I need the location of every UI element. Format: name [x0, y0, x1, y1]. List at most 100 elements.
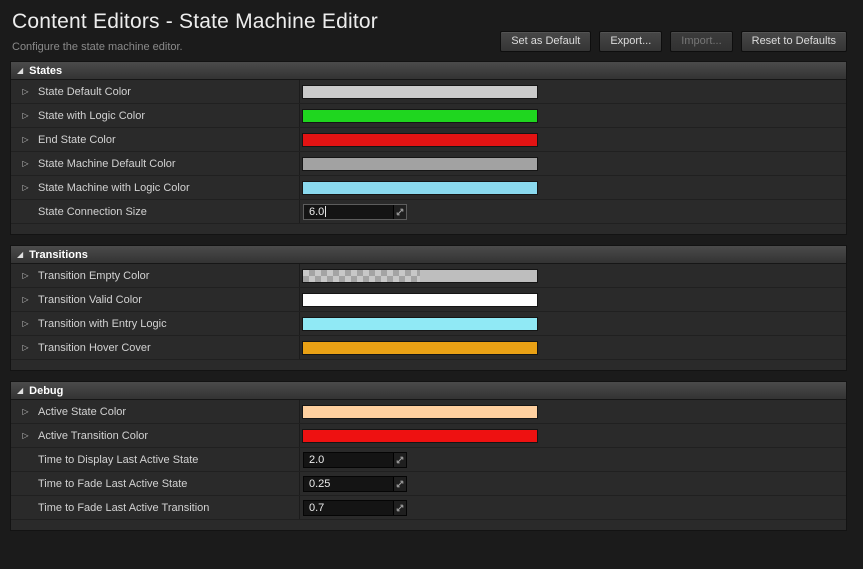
color-swatch-alpha-half [303, 341, 420, 354]
color-swatch[interactable] [303, 133, 537, 146]
property-label: End State Color [38, 133, 116, 146]
property-label-cell: Time to Display Last Active State [11, 448, 300, 471]
color-overlay [303, 269, 420, 282]
number-input[interactable]: 6.0 [303, 203, 407, 220]
property-label-cell: ▷ Transition Valid Color [11, 288, 300, 311]
color-swatch-solid-half [420, 429, 537, 442]
expander-arrow-icon[interactable]: ▷ [20, 319, 31, 328]
section-header-states[interactable]: ◢ States [11, 62, 846, 80]
section-debug: ◢ Debug ▷ Active State Color ▷ Active Tr… [10, 381, 847, 531]
import-button[interactable]: Import... [670, 31, 733, 52]
expander-arrow-icon[interactable]: ▷ [20, 111, 31, 120]
property-row[interactable]: ▷ Active State Color [11, 400, 846, 424]
property-row[interactable]: ▷ Transition Empty Color [11, 264, 846, 288]
property-value-cell [300, 264, 846, 287]
property-label-cell: ▷ End State Color [11, 128, 300, 151]
color-swatch-solid-half [420, 157, 537, 170]
color-overlay [303, 405, 420, 418]
color-swatch-alpha-half [303, 157, 420, 170]
property-row[interactable]: ▷ State Machine with Logic Color [11, 176, 846, 200]
property-row[interactable]: ▷ State with Logic Color [11, 104, 846, 128]
property-label: Time to Fade Last Active Transition [38, 501, 210, 514]
page-title: Content Editors - State Machine Editor [12, 10, 378, 33]
color-overlay [303, 293, 420, 306]
property-label: Time to Display Last Active State [38, 453, 199, 466]
expander-arrow-icon[interactable]: ▷ [20, 87, 31, 96]
property-row[interactable]: ▷ End State Color [11, 128, 846, 152]
expander-arrow-icon[interactable]: ▷ [20, 407, 31, 416]
spinbox-drag-icon[interactable] [393, 500, 406, 515]
color-swatch-solid-half [420, 317, 537, 330]
expander-arrow-icon[interactable]: ▷ [20, 431, 31, 440]
section-header-debug[interactable]: ◢ Debug [11, 382, 846, 400]
export-button[interactable]: Export... [599, 31, 663, 52]
property-row[interactable]: Time to Fade Last Active State 0.25 [11, 472, 846, 496]
property-value-cell [300, 104, 846, 127]
property-value-cell [300, 176, 846, 199]
expander-arrow-icon[interactable]: ▷ [20, 159, 31, 168]
color-swatch-alpha-half [303, 181, 420, 194]
color-swatch-alpha-half [303, 85, 420, 98]
reset-to-defaults-button[interactable]: Reset to Defaults [740, 31, 847, 52]
property-label: Transition with Entry Logic [38, 317, 167, 330]
color-swatch-alpha-half [303, 317, 420, 330]
header-buttons: Set as Default Export... Import... Reset… [500, 31, 847, 53]
number-input[interactable]: 2.0 [303, 451, 407, 468]
color-swatch[interactable] [303, 405, 537, 418]
text-cursor [325, 206, 327, 217]
color-overlay [303, 429, 420, 442]
color-swatch-alpha-half [303, 269, 420, 282]
property-row[interactable]: ▷ Transition with Entry Logic [11, 312, 846, 336]
color-swatch[interactable] [303, 429, 537, 442]
section-title: Transitions [29, 248, 88, 261]
color-swatch[interactable] [303, 269, 537, 282]
number-input-value: 2.0 [309, 453, 325, 466]
property-label-cell: ▷ Transition Hover Cover [11, 336, 300, 359]
section-header-transitions[interactable]: ◢ Transitions [11, 246, 846, 264]
property-label-cell: ▷ State Machine Default Color [11, 152, 300, 175]
property-row[interactable]: Time to Fade Last Active Transition 0.7 [11, 496, 846, 520]
number-input[interactable]: 0.7 [303, 499, 407, 516]
property-row[interactable]: State Connection Size 6.0 [11, 200, 846, 224]
expander-arrow-icon[interactable]: ▷ [20, 183, 31, 192]
property-label-cell: ▷ Transition with Entry Logic [11, 312, 300, 335]
property-label-cell: ▷ State with Logic Color [11, 104, 300, 127]
spinbox-drag-icon[interactable] [393, 476, 406, 491]
spinbox-drag-icon[interactable] [393, 204, 406, 219]
property-row[interactable]: ▷ Transition Hover Cover [11, 336, 846, 360]
expander-arrow-icon[interactable]: ▷ [20, 343, 31, 352]
property-row[interactable]: Time to Display Last Active State 2.0 [11, 448, 846, 472]
property-label-cell: ▷ Transition Empty Color [11, 264, 300, 287]
number-input[interactable]: 0.25 [303, 475, 407, 492]
section-body-states: ▷ State Default Color ▷ State with Logic… [11, 80, 846, 234]
color-overlay [303, 133, 420, 146]
number-input-value: 0.25 [309, 477, 331, 490]
property-value-cell [300, 424, 846, 447]
color-overlay [303, 341, 420, 354]
color-swatch[interactable] [303, 181, 537, 194]
spinbox-drag-icon[interactable] [393, 452, 406, 467]
property-value-cell [300, 400, 846, 423]
expander-arrow-icon[interactable]: ▷ [20, 135, 31, 144]
color-swatch[interactable] [303, 157, 537, 170]
expander-arrow-icon[interactable]: ▷ [20, 295, 31, 304]
color-swatch[interactable] [303, 85, 537, 98]
property-row[interactable]: ▷ State Default Color [11, 80, 846, 104]
color-swatch[interactable] [303, 317, 537, 330]
property-label-cell: ▷ Active Transition Color [11, 424, 300, 447]
property-row[interactable]: ▷ Transition Valid Color [11, 288, 846, 312]
property-row[interactable]: ▷ Active Transition Color [11, 424, 846, 448]
color-swatch-solid-half [420, 181, 537, 194]
set-as-default-button[interactable]: Set as Default [500, 31, 592, 52]
color-swatch[interactable] [303, 341, 537, 354]
color-swatch[interactable] [303, 293, 537, 306]
color-swatch[interactable] [303, 109, 537, 122]
expander-arrow-icon[interactable]: ▷ [20, 271, 31, 280]
property-row[interactable]: ▷ State Machine Default Color [11, 152, 846, 176]
section-expanded-icon: ◢ [17, 249, 24, 259]
property-label: State Default Color [38, 85, 131, 98]
section-title: States [29, 64, 63, 77]
property-label: Active State Color [38, 405, 127, 418]
color-swatch-solid-half [420, 85, 537, 98]
color-swatch-solid-half [420, 133, 537, 146]
